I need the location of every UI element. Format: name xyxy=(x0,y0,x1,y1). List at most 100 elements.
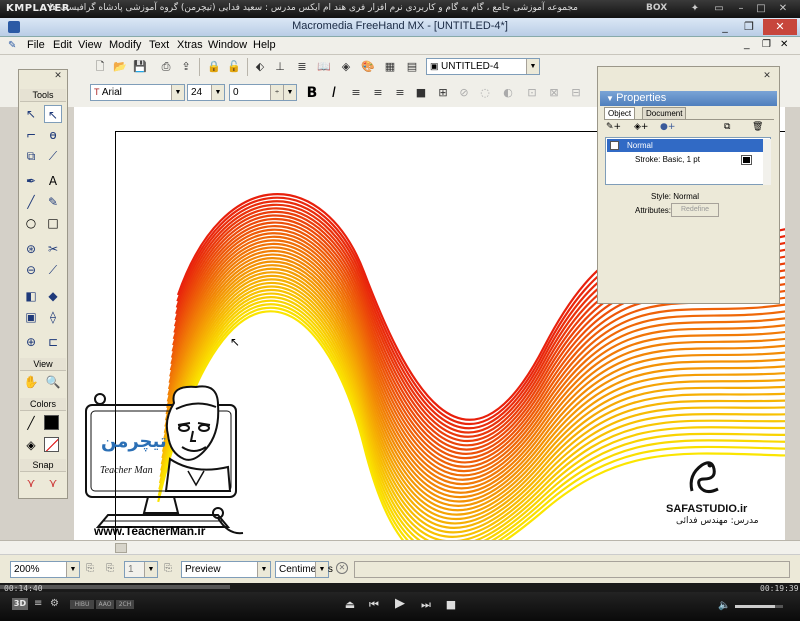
mirror-tool-icon[interactable]: ⊛ xyxy=(22,240,40,258)
stroke-color-swatch[interactable] xyxy=(44,415,59,430)
page-next-icon[interactable]: ⎘ xyxy=(164,563,172,574)
font-select[interactable]: T Arial ▼ xyxy=(90,84,185,101)
library-icon[interactable]: 📖 xyxy=(316,59,332,75)
styles-icon[interactable]: ◈ xyxy=(338,59,354,75)
open-icon[interactable]: 📂 xyxy=(112,59,128,75)
rectangle-tool-icon[interactable]: □ xyxy=(44,214,62,232)
minimize-icon[interactable]: – xyxy=(734,2,748,15)
zoom-tool-icon[interactable]: 🔍 xyxy=(44,373,62,391)
graphic-hose-icon[interactable]: ▣ xyxy=(22,308,40,326)
page-tool-icon[interactable]: ⌐ xyxy=(22,126,40,144)
page-prev-icon[interactable]: ⎘ xyxy=(86,563,94,574)
align-left-icon[interactable]: ≡ xyxy=(348,85,364,101)
chevron-down-icon[interactable]: ▼ xyxy=(211,85,224,100)
align-icon[interactable]: ⊥ xyxy=(272,59,288,75)
subselect-tool-icon[interactable]: ↖ xyxy=(44,105,62,123)
ellipse-tool-icon[interactable]: ○ xyxy=(22,214,40,232)
menu-file[interactable]: File xyxy=(22,39,50,51)
stroke-swatch[interactable] xyxy=(741,155,752,165)
convert-paths-icon[interactable]: ◐ xyxy=(500,85,516,101)
chevron-down-icon[interactable]: ▼ xyxy=(315,562,328,577)
align-right-icon[interactable]: ≡ xyxy=(392,85,408,101)
chevron-down-icon[interactable]: ▼ xyxy=(526,59,539,74)
redefine-button[interactable]: Redefine xyxy=(671,203,719,217)
list-scrollbar[interactable] xyxy=(763,139,771,185)
panel-close-icon[interactable]: ✕ xyxy=(761,71,773,82)
document-combo[interactable]: ▣ UNTITLED-4 ▼ xyxy=(426,58,540,75)
tracking-field[interactable]: 0 ÷ ▼ xyxy=(229,84,297,101)
add-fill-icon[interactable]: ◈+ xyxy=(634,122,648,132)
properties-title[interactable]: ▼ Properties xyxy=(600,91,777,106)
trace-tool-icon[interactable]: ⊕ xyxy=(22,333,40,351)
save-icon[interactable]: 💾 xyxy=(132,59,148,75)
chart-tool-icon[interactable]: ⟠ xyxy=(44,308,62,326)
list-item-normal[interactable]: Normal xyxy=(607,139,769,152)
play-icon[interactable]: ▶ xyxy=(392,596,408,611)
panel-close-icon[interactable]: ✕ xyxy=(52,71,64,82)
snap-to-point-icon[interactable]: ⋎ xyxy=(22,474,40,492)
volume-icon[interactable]: 🔈 xyxy=(718,600,730,611)
fisheye-tool-icon[interactable]: ◆ xyxy=(44,287,62,305)
new-icon[interactable]: 🗋 xyxy=(92,59,108,75)
tracking-stepper-icon[interactable]: ÷ xyxy=(270,85,283,100)
mode-badge-3[interactable]: 2CH xyxy=(116,600,134,609)
pin-icon[interactable]: ✦ xyxy=(688,2,702,15)
mode-badge-2[interactable]: AAO xyxy=(96,600,114,609)
cancel-icon[interactable]: ✕ xyxy=(336,562,348,574)
connector-tool-icon[interactable]: ⊏ xyxy=(44,333,62,351)
text-editor-icon[interactable]: ⊟ xyxy=(568,85,584,101)
text-effect-icon[interactable]: ⊞ xyxy=(435,85,451,101)
maximize-icon[interactable]: □ xyxy=(754,2,768,15)
menu-view[interactable]: View xyxy=(73,39,107,51)
next-icon[interactable]: ⏭ xyxy=(418,598,434,612)
swatches-icon[interactable]: 🎨 xyxy=(360,59,376,75)
page-icon[interactable]: ⎘ xyxy=(106,563,114,574)
layers-icon[interactable]: ≣ xyxy=(294,59,310,75)
doc-close-button[interactable]: ✕ xyxy=(780,39,788,50)
color-mixer-icon[interactable]: ▦ xyxy=(382,59,398,75)
flow-inside-icon[interactable]: ◌ xyxy=(477,85,493,101)
restore-window-button[interactable]: ❐ xyxy=(737,19,761,35)
link-icon[interactable]: ⊡ xyxy=(524,85,540,101)
duplicate-item-icon[interactable]: ⧉ xyxy=(724,122,730,132)
close-window-button[interactable]: ✕ xyxy=(763,19,797,35)
eyedropper-tool-icon[interactable]: ⟋ xyxy=(44,147,62,165)
chevron-down-icon[interactable]: ▼ xyxy=(283,85,296,100)
font-size-select[interactable]: 24 ▼ xyxy=(187,84,225,101)
chevron-down-icon[interactable]: ▼ xyxy=(144,562,157,577)
seek-bar[interactable] xyxy=(0,583,800,592)
export-icon[interactable]: ⇪ xyxy=(178,59,194,75)
unlock-icon[interactable]: 🔓 xyxy=(226,59,242,75)
line-tool-icon[interactable]: ╱ xyxy=(22,193,40,211)
menu-text[interactable]: Text xyxy=(144,39,174,51)
attach-path-icon[interactable]: ⊘ xyxy=(456,85,472,101)
view-mode-select[interactable]: Preview ▼ xyxy=(181,561,271,578)
tab-object[interactable]: Object xyxy=(604,107,636,119)
menu-window[interactable]: Window xyxy=(203,39,252,51)
hand-tool-icon[interactable]: ✋ xyxy=(22,373,40,391)
tab-document[interactable]: Document xyxy=(642,107,687,119)
horizontal-scrollbar[interactable] xyxy=(0,541,800,555)
previous-icon[interactable]: ⏮ xyxy=(366,598,382,612)
volume-slider[interactable] xyxy=(735,605,783,608)
lock-icon[interactable]: 🔒 xyxy=(206,59,222,75)
bold-icon[interactable]: B xyxy=(304,85,320,101)
unlink-icon[interactable]: ⊠ xyxy=(546,85,562,101)
tints-icon[interactable]: ▤ xyxy=(404,59,420,75)
mode-badge-1[interactable]: HIBU xyxy=(70,600,94,609)
settings-gear-icon[interactable]: ⚙ xyxy=(50,598,59,609)
import-icon[interactable]: ⎙ xyxy=(158,59,174,75)
page-select[interactable]: 1 ▼ xyxy=(124,561,158,578)
fill-color-icon[interactable]: ◈ xyxy=(22,436,40,454)
chevron-down-icon[interactable]: ▼ xyxy=(66,562,79,577)
pencil-tool-icon[interactable]: ✎ xyxy=(44,193,62,211)
knife-tool-icon[interactable]: ⟋ xyxy=(44,261,62,279)
menu-help[interactable]: Help xyxy=(248,39,281,51)
player-box-button[interactable]: BOX xyxy=(646,3,667,13)
units-select[interactable]: Centimeters ▼ xyxy=(275,561,333,578)
pointer-tool-icon[interactable]: ↖ xyxy=(22,105,40,123)
3d-badge[interactable]: 3D xyxy=(12,598,28,610)
stroke-color-icon[interactable]: ╱ xyxy=(22,414,40,432)
align-center-icon[interactable]: ≡ xyxy=(370,85,386,101)
add-effect-icon[interactable]: ●+ xyxy=(660,122,675,132)
